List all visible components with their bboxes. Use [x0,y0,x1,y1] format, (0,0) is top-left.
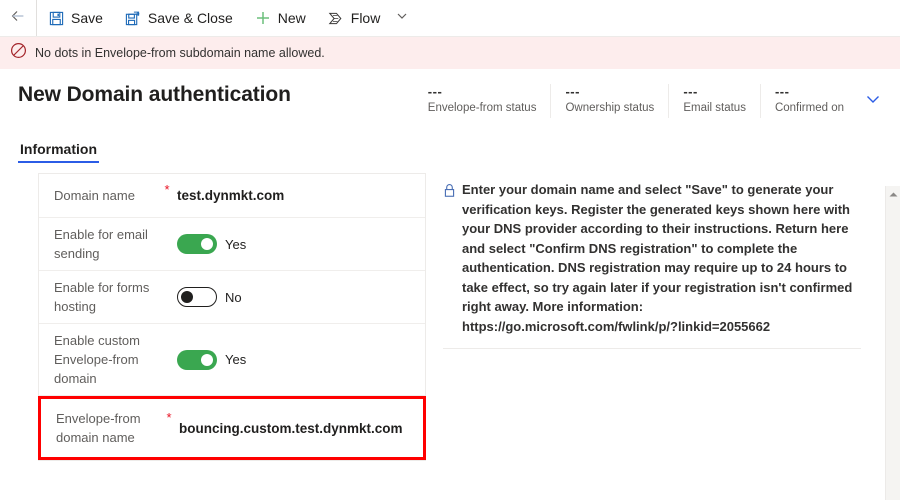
status-ownership: --- Ownership status [550,84,668,118]
tab-strip: Information [0,133,900,163]
status-label: Envelope-from status [427,102,537,114]
command-bar-overflow-button[interactable] [391,0,413,36]
status-email: --- Email status [668,84,760,118]
toggle-state-label: Yes [225,352,247,367]
field-control: Yes [177,234,425,254]
page-title: New Domain authentication [18,83,291,106]
save-icon [48,10,64,26]
lock-icon [443,180,456,336]
save-button-label: Save [71,10,103,26]
information-form: Domain name * test.dynmkt.com Enable for… [38,173,426,461]
field-row-envelope-from-domain-name: Envelope-from domain name * bouncing.cus… [38,396,426,460]
status-label: Ownership status [565,102,655,114]
help-panel-text: Enter your domain name and select "Save"… [462,182,853,334]
plus-icon [255,10,271,26]
flow-icon [328,10,344,26]
enable-email-sending-toggle[interactable] [177,234,217,254]
field-label: Domain name [54,188,135,203]
toggle-knob [181,291,193,303]
required-asterisk-placeholder: * [157,278,177,292]
error-banner: No dots in Envelope-from subdomain name … [0,37,900,69]
save-and-close-button-label: Save & Close [147,10,233,26]
status-label: Confirmed on [774,102,844,114]
status-strip: --- Envelope-from status --- Ownership s… [414,84,900,118]
command-bar: Save Save & Close New Flow [0,0,900,37]
blocked-icon [10,42,27,64]
status-envelope-from: --- Envelope-from status [414,84,551,118]
help-panel-inner: Enter your domain name and select "Save"… [443,180,861,349]
help-panel: Enter your domain name and select "Save"… [443,173,861,461]
save-button[interactable]: Save [37,0,114,36]
vertical-scrollbar[interactable] [885,186,900,500]
field-label: Envelope-from domain name [56,411,141,445]
field-control: No [177,287,425,307]
field-control: Yes [177,349,425,370]
required-asterisk: * [164,182,170,197]
back-button[interactable] [0,0,37,36]
enable-custom-envelope-from-toggle[interactable] [177,349,217,370]
toggle-knob [201,353,213,366]
new-button[interactable]: New [244,0,317,36]
envelope-from-domain-name-input[interactable]: bouncing.custom.test.dynmkt.com [179,421,423,436]
toggle-state-label: Yes [225,236,247,252]
field-row-enable-email-sending: Enable for email sending * Yes [39,218,425,271]
field-row-enable-custom-envelope-from: Enable custom Envelope-from domain * Yes [39,324,425,396]
domain-name-input[interactable]: test.dynmkt.com [177,188,425,203]
field-label: Enable for forms hosting [54,280,150,314]
field-row-enable-forms-hosting: Enable for forms hosting * No [39,271,425,324]
chevron-down-icon [864,90,882,113]
status-label: Email status [683,102,746,114]
flow-button[interactable]: Flow [317,0,392,36]
tab-information[interactable]: Information [18,141,99,163]
status-value: --- [565,84,580,99]
scroll-up-button[interactable] [886,186,900,202]
status-confirmed-on: --- Confirmed on [759,84,858,118]
required-asterisk-placeholder: * [157,331,177,345]
required-asterisk: * [166,410,172,425]
field-label: Enable for email sending [54,227,148,261]
required-asterisk-placeholder: * [157,225,177,239]
error-banner-message: No dots in Envelope-from subdomain name … [35,46,325,60]
page-header: New Domain authentication --- Envelope-f… [0,69,900,127]
status-value: --- [427,84,443,99]
status-value: --- [774,84,790,99]
arrow-left-icon [10,8,26,29]
tab-information-label: Information [20,141,97,157]
toggle-knob [201,238,213,250]
flow-button-label: Flow [350,10,381,26]
field-label: Enable custom Envelope-from domain [54,333,140,386]
field-row-domain-name: Domain name * test.dynmkt.com [39,174,425,218]
scroll-up-arrow-icon [889,185,898,203]
chevron-down-icon [396,9,408,27]
toggle-state-label: No [225,289,242,305]
status-value: --- [683,84,698,99]
new-button-label: New [277,10,306,26]
enable-forms-hosting-toggle[interactable] [177,287,217,307]
save-and-close-icon [125,10,141,26]
body-area: Domain name * test.dynmkt.com Enable for… [0,163,900,461]
header-expand-button[interactable] [858,84,888,118]
save-and-close-button[interactable]: Save & Close [114,0,244,36]
